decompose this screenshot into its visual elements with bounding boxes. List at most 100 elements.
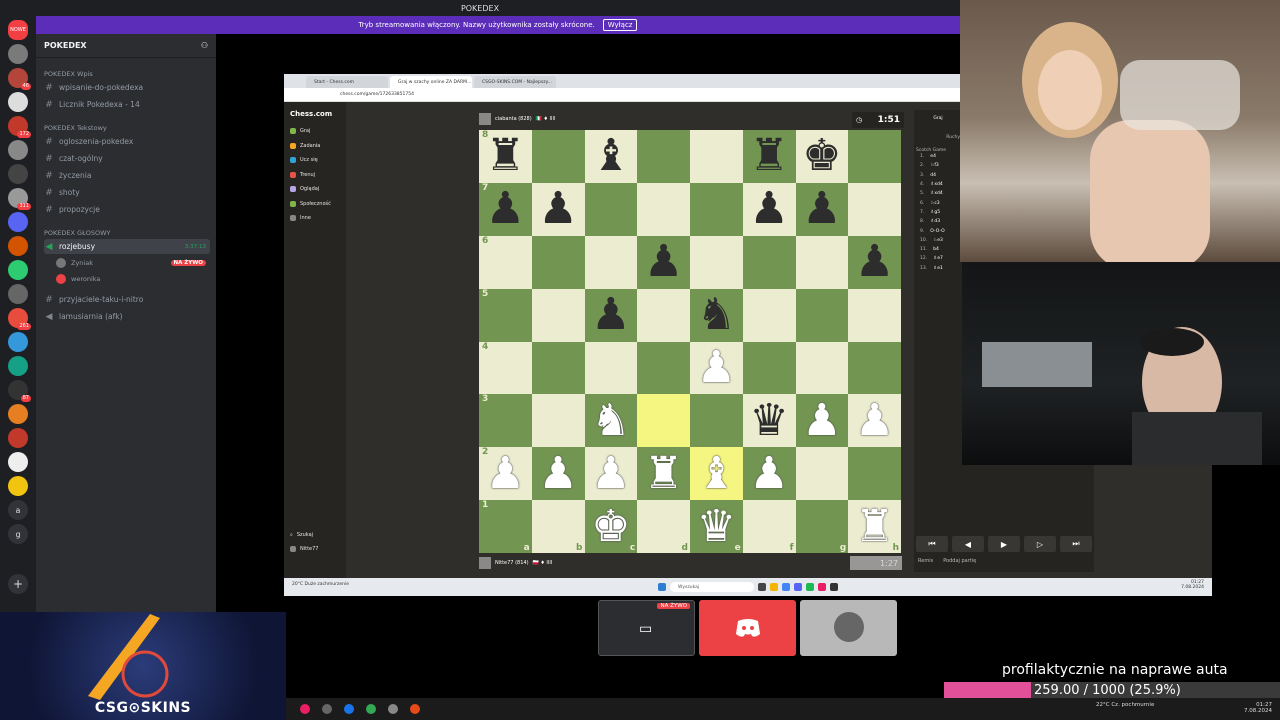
move-san[interactable]: ♘c3 <box>930 201 939 206</box>
app-icon[interactable] <box>410 704 420 714</box>
board-square[interactable]: e ♛ <box>690 500 743 553</box>
voice-channel-rozjebusy[interactable]: ◀ rozjebusy 3:37:13 <box>44 239 210 254</box>
channel-item[interactable]: # wpisanie-do-pokedexa <box>44 80 210 95</box>
server-letter-a[interactable]: a <box>8 500 28 520</box>
black-pawn-piece[interactable]: ♟ <box>802 187 841 231</box>
browser-tab[interactable]: CSGO-SKINS.COM - Najlepszy... <box>474 76 556 88</box>
new-badge[interactable]: NOWE <box>8 20 28 40</box>
white-rook-piece[interactable]: ♜ <box>644 451 683 496</box>
white-bishop-piece[interactable]: ♝ <box>697 451 736 496</box>
board-square[interactable] <box>690 130 743 183</box>
next-move-icon[interactable]: ▶ <box>988 536 1020 552</box>
black-pawn-piece[interactable]: ♟ <box>749 187 788 231</box>
play-tab[interactable]: Graj <box>914 110 962 121</box>
white-king-piece[interactable]: ♚ <box>591 504 630 549</box>
server-icon[interactable] <box>8 140 28 160</box>
board-square[interactable]: 8 ♜ <box>479 130 532 183</box>
move-row[interactable]: 1. e4 <box>914 152 962 161</box>
category-label[interactable]: POKEDEX GŁOSOWY <box>44 229 110 237</box>
board-square[interactable]: ♜ <box>637 447 690 501</box>
move-row[interactable]: 3. d4 <box>914 171 962 180</box>
white-queen-piece[interactable]: ♛ <box>697 504 736 549</box>
channel-item[interactable]: # czat-ogólny <box>44 151 210 166</box>
board-square[interactable]: 3 <box>479 394 532 448</box>
move-row[interactable]: 13. ♗e1 <box>914 264 962 273</box>
moves-tab[interactable]: Ruchy <box>914 121 962 140</box>
white-pawn-piece[interactable]: ♟ <box>802 398 841 443</box>
server-icon[interactable] <box>8 236 28 256</box>
black-queen-piece[interactable]: ♛ <box>749 398 788 443</box>
board-square[interactable]: h ♜ <box>848 500 901 553</box>
chess-logo[interactable]: Chess.com <box>290 110 332 118</box>
black-king-piece[interactable]: ♚ <box>802 134 841 178</box>
app-icon[interactable] <box>758 583 766 591</box>
move-row[interactable]: 4. ♗xd4 <box>914 180 962 189</box>
move-row[interactable]: 2. ♘f3 <box>914 161 962 170</box>
browser-tab-active[interactable]: Graj w szachy online ZA DARM... <box>390 76 472 88</box>
server-icon[interactable]: 87 <box>8 380 31 402</box>
server-icon[interactable] <box>8 452 28 472</box>
board-square[interactable] <box>531 235 585 289</box>
black-pawn-piece[interactable]: ♟ <box>855 240 894 284</box>
disable-streamer-mode-button[interactable]: Wyłącz <box>602 19 638 31</box>
move-san[interactable]: O-O-O <box>930 229 944 234</box>
board-square[interactable]: 2 ♟ <box>479 447 532 501</box>
board-square[interactable] <box>531 130 585 183</box>
board-square[interactable] <box>848 341 901 395</box>
taskbar-search[interactable]: Wyszukaj <box>670 582 754 592</box>
chess-nav-item[interactable]: Graj <box>290 128 310 134</box>
server-icon[interactable] <box>8 332 28 352</box>
board-square[interactable]: f <box>742 500 796 553</box>
white-pawn-piece[interactable]: ♟ <box>486 451 525 496</box>
black-pawn-piece[interactable]: ♟ <box>591 293 630 337</box>
app-icon[interactable] <box>770 583 778 591</box>
app-icon[interactable] <box>344 704 354 714</box>
resign-button[interactable]: Poddaj partię <box>943 558 976 564</box>
white-rook-piece[interactable]: ♜ <box>855 504 894 549</box>
board-square[interactable] <box>690 235 743 289</box>
channel-item[interactable]: # przyjaciele-taku-i-nitro <box>44 292 210 307</box>
black-pawn-piece[interactable]: ♟ <box>538 187 577 231</box>
start-icon[interactable] <box>658 583 666 591</box>
app-icon[interactable] <box>806 583 814 591</box>
board-square[interactable] <box>637 341 690 395</box>
board-square[interactable]: ♜ <box>742 130 796 183</box>
chess-board[interactable]: 8 ♜ ♝ ♜ ♚ 7 ♟ ♟ ♟ ♟ 6 ♟ ♟ 5 ♟ ♞ 4 ♟ 3 ♞ ♛ ♟ ♟ 2 ♟ ♟ ♟ ♜ ♝ ♟ 1 a b c ♚ d e ♛ f g… <box>479 130 901 553</box>
chrome-icon[interactable] <box>782 583 790 591</box>
move-row[interactable]: 10. ♘e3 <box>914 236 962 245</box>
white-pawn-piece[interactable]: ♟ <box>538 451 577 496</box>
board-square[interactable] <box>531 341 585 395</box>
server-icon[interactable]: 46 <box>8 68 31 90</box>
board-square[interactable] <box>531 288 585 342</box>
board-square[interactable]: ♚ <box>795 130 849 183</box>
move-row[interactable]: 6. ♘c3 <box>914 198 962 207</box>
server-icon[interactable] <box>8 92 28 112</box>
move-san[interactable]: ♗e7 <box>933 256 943 261</box>
board-square[interactable] <box>531 394 585 448</box>
server-header[interactable]: POKEDEX ⚇ <box>36 34 216 58</box>
move-san[interactable]: ♗xd4 <box>930 182 942 187</box>
white-pawn-piece[interactable]: ♟ <box>855 398 894 443</box>
board-square[interactable]: 6 <box>479 235 532 289</box>
server-icon[interactable] <box>8 428 28 448</box>
server-icon[interactable]: 311 <box>8 188 31 210</box>
board-square[interactable]: ♟ <box>584 447 638 501</box>
board-square[interactable]: ♛ <box>742 394 796 448</box>
board-square[interactable]: ♟ <box>742 182 796 236</box>
channel-item[interactable]: ◀ lamusiarnia (afk) <box>44 309 210 324</box>
move-san[interactable]: ♗d3 <box>930 219 940 224</box>
board-square[interactable]: ♟ <box>742 447 796 501</box>
black-bishop-piece[interactable]: ♝ <box>591 134 630 178</box>
board-square[interactable]: ♟ <box>637 235 690 289</box>
voice-user[interactable]: Zyniak NA ŻYWO <box>56 256 206 270</box>
chess-nav-item[interactable]: Zadania <box>290 142 320 149</box>
board-square[interactable] <box>637 182 690 236</box>
add-server-icon[interactable]: + <box>8 574 28 594</box>
server-icon[interactable] <box>8 284 28 304</box>
profile-item[interactable]: Nitte77 <box>290 546 319 552</box>
app-icon[interactable] <box>322 704 332 714</box>
white-knight-piece[interactable]: ♞ <box>591 398 630 443</box>
channel-item[interactable]: # życzenia <box>44 168 210 183</box>
url-text[interactable]: chess.com/game/172633851754 <box>340 92 414 97</box>
move-row[interactable]: 11. b4 <box>914 245 962 254</box>
